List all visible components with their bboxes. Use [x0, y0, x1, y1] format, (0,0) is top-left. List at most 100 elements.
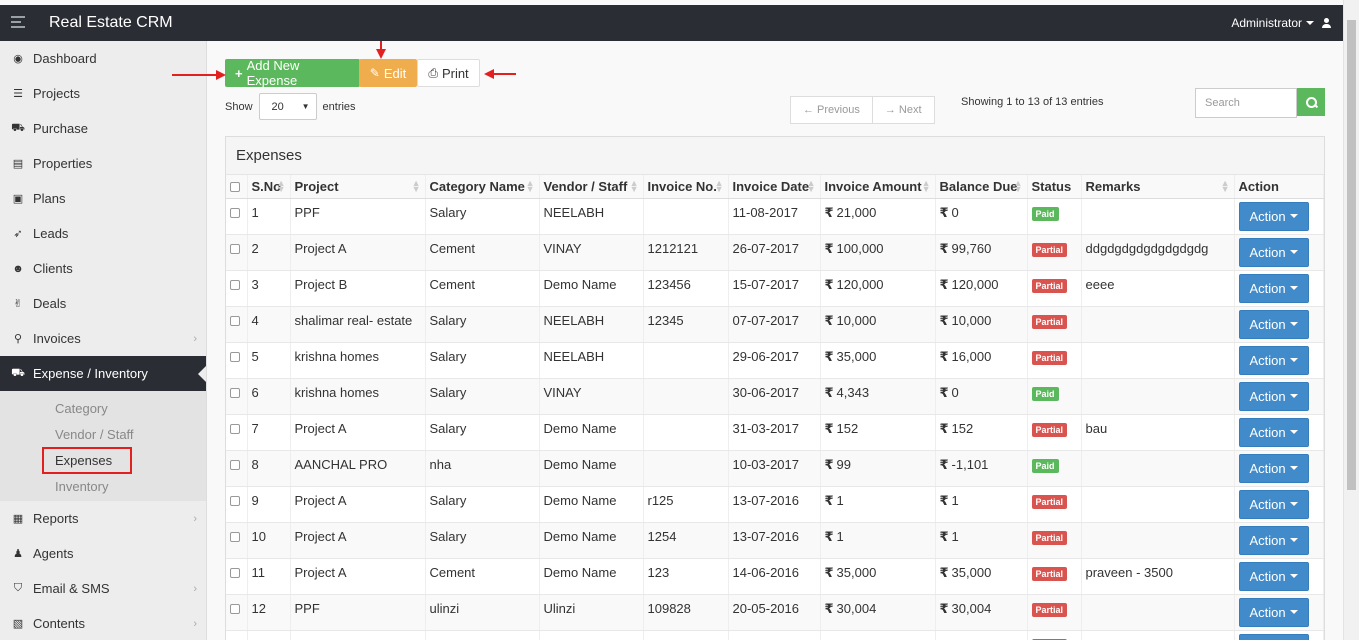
app-title[interactable]: Real Estate CRM — [49, 14, 173, 32]
action-dropdown-button[interactable]: Action — [1238, 417, 1309, 447]
sidebar-item-invoices[interactable]: ⚲ Invoices › — [0, 321, 206, 356]
sno-cell: 5 — [247, 342, 291, 379]
invoice-amount-cell — [820, 630, 936, 640]
action-dropdown-button[interactable]: Action — [1238, 273, 1309, 303]
column-header-invoice-amount[interactable]: Invoice Amount ▲ ▼ — [820, 175, 936, 199]
invoice-date-value: 13-07-2016 — [732, 528, 800, 544]
invoice-amount-cell: ₹35,000 — [820, 342, 936, 379]
sidebar-item-dashboard[interactable]: ◉ Dashboard — [0, 41, 206, 76]
action-dropdown-button[interactable]: Action — [1238, 597, 1309, 627]
row-checkbox[interactable] — [230, 244, 240, 255]
action-dropdown-button[interactable]: Action — [1238, 453, 1309, 483]
menu-toggle-icon[interactable] — [11, 16, 25, 28]
column-header-s-no[interactable]: S.No ▲ ▼ — [247, 175, 291, 199]
column-header-status[interactable]: Status — [1027, 175, 1082, 199]
previous-button[interactable]: ← Previous — [790, 96, 873, 124]
action-dropdown-button[interactable]: Action — [1238, 309, 1309, 339]
page-scrollbar[interactable] — [1343, 0, 1359, 640]
column-header-balance-due[interactable]: Balance Due ▲ ▼ — [935, 175, 1028, 199]
category-value: nha — [429, 456, 452, 472]
next-button[interactable]: → Next — [872, 96, 935, 124]
row-checkbox[interactable] — [230, 460, 240, 471]
row-checkbox[interactable] — [230, 568, 240, 579]
row-checkbox[interactable] — [230, 532, 240, 543]
invoice-date-cell — [728, 630, 821, 640]
action-dropdown-button[interactable]: Action — [1238, 489, 1309, 519]
sidebar-item-deals[interactable]: ✌ Deals — [0, 286, 206, 321]
expenses-table: S.No ▲ ▼ Project ▲ ▼ Category Name ▲ ▼ Vendor / S… — [226, 175, 1324, 640]
status-cell: Partial — [1027, 486, 1082, 523]
column-header-remarks[interactable]: Remarks ▲ ▼ — [1081, 175, 1235, 199]
submenu-item-expenses[interactable]: Expenses — [0, 447, 206, 474]
invoice-no-value: 123 — [647, 564, 670, 580]
action-label: Action — [1249, 568, 1286, 584]
sidebar: ◉ Dashboard ☰ Projects ⛟ Purchase ▤ Properties ▣… — [0, 41, 207, 640]
sidebar-item-projects[interactable]: ☰ Projects — [0, 76, 206, 111]
search-input[interactable]: Search — [1195, 88, 1297, 118]
action-dropdown-button[interactable]: Action — [1238, 201, 1309, 231]
vendor-value: Demo Name — [543, 492, 617, 508]
action-dropdown-button[interactable]: Action — [1238, 345, 1309, 375]
submenu-item-category[interactable]: Category — [0, 395, 206, 421]
submenu-item-inventory[interactable]: Inventory — [0, 473, 206, 499]
row-select-cell — [226, 450, 248, 487]
row-checkbox[interactable] — [230, 316, 240, 327]
action-dropdown-button[interactable]: Action — [1238, 525, 1309, 555]
action-dropdown-button[interactable]: Action — [1238, 237, 1309, 267]
print-button[interactable]: ⎙ Print — [417, 59, 480, 87]
action-label: Action — [1249, 352, 1286, 368]
sidebar-item-properties[interactable]: ▤ Properties — [0, 146, 206, 181]
edit-button[interactable]: ✎ Edit — [359, 59, 417, 87]
sno-cell: 8 — [247, 450, 291, 487]
sidebar-item-agents[interactable]: ♟ Agents — [0, 536, 206, 571]
select-all-checkbox[interactable] — [230, 182, 240, 193]
row-checkbox[interactable] — [230, 604, 240, 615]
row-checkbox[interactable] — [230, 496, 240, 507]
scrollbar-thumb[interactable] — [1347, 20, 1356, 490]
sort-icon: ▲ ▼ — [806, 178, 816, 194]
invoice-date-cell: 20-05-2016 — [728, 594, 821, 631]
balance-value: 99,760 — [951, 240, 992, 256]
action-dropdown-button[interactable]: Action — [1238, 633, 1309, 640]
column-header-invoice-no[interactable]: Invoice No. ▲ ▼ — [643, 175, 729, 199]
invoice-no-cell: r125 — [643, 486, 729, 523]
entries-select[interactable]: 20 ▼ — [258, 93, 317, 120]
status-cell: Partial — [1027, 522, 1082, 559]
add-new-expense-button[interactable]: + Add New Expense — [225, 58, 360, 88]
balance-value: 30,004 — [951, 600, 992, 616]
row-checkbox[interactable] — [230, 424, 240, 435]
cart-icon: ⛟ — [11, 366, 25, 379]
sidebar-item-clients[interactable]: ☻ Clients — [0, 251, 206, 286]
row-checkbox[interactable] — [230, 280, 240, 291]
action-cell: Action — [1234, 414, 1324, 451]
sidebar-item-purchase[interactable]: ⛟ Purchase — [0, 111, 206, 146]
submenu-item-vendor-staff[interactable]: Vendor / Staff — [0, 421, 206, 447]
column-header-invoice-date[interactable]: Invoice Date ▲ ▼ — [728, 175, 821, 199]
sidebar-item-reports[interactable]: ▦ Reports › — [0, 501, 206, 536]
column-header-category-name[interactable]: Category Name ▲ ▼ — [425, 175, 540, 199]
sidebar-item-expense-inventory[interactable]: ⛟ Expense / Inventory — [0, 356, 206, 391]
chevron-down-icon — [1289, 430, 1298, 434]
sidebar-item-contents[interactable]: ▧ Contents › — [0, 606, 206, 640]
row-checkbox[interactable] — [230, 208, 240, 219]
row-checkbox[interactable] — [230, 388, 240, 399]
invoice-no-value: r125 — [647, 492, 674, 508]
column-header-vendor-staff[interactable]: Vendor / Staff ▲ ▼ — [539, 175, 644, 199]
sidebar-item-email-sms[interactable]: ⛉ Email & SMS › — [0, 571, 206, 606]
column-header-project[interactable]: Project ▲ ▼ — [290, 175, 426, 199]
search-button[interactable] — [1297, 88, 1325, 116]
status-cell: Partial — [1027, 630, 1082, 640]
sidebar-item-plans[interactable]: ▣ Plans — [0, 181, 206, 216]
action-dropdown-button[interactable]: Action — [1238, 561, 1309, 591]
action-dropdown-button[interactable]: Action — [1238, 381, 1309, 411]
invoice-date-value: 26-07-2017 — [732, 240, 800, 256]
row-checkbox[interactable] — [230, 352, 240, 363]
invoice-no-cell — [643, 198, 729, 235]
row-select-cell — [226, 594, 248, 631]
cart-icon: ⛟ — [11, 121, 25, 134]
sidebar-item-leads[interactable]: ➶ Leads — [0, 216, 206, 251]
user-menu[interactable]: Administrator — [1231, 16, 1331, 30]
main-content: + Add New Expense ✎ Edit ⎙ Print Show 20 ▼ e… — [172, 41, 1343, 640]
sidebar-item-label: Invoices — [33, 331, 81, 346]
remarks-cell — [1081, 522, 1235, 559]
